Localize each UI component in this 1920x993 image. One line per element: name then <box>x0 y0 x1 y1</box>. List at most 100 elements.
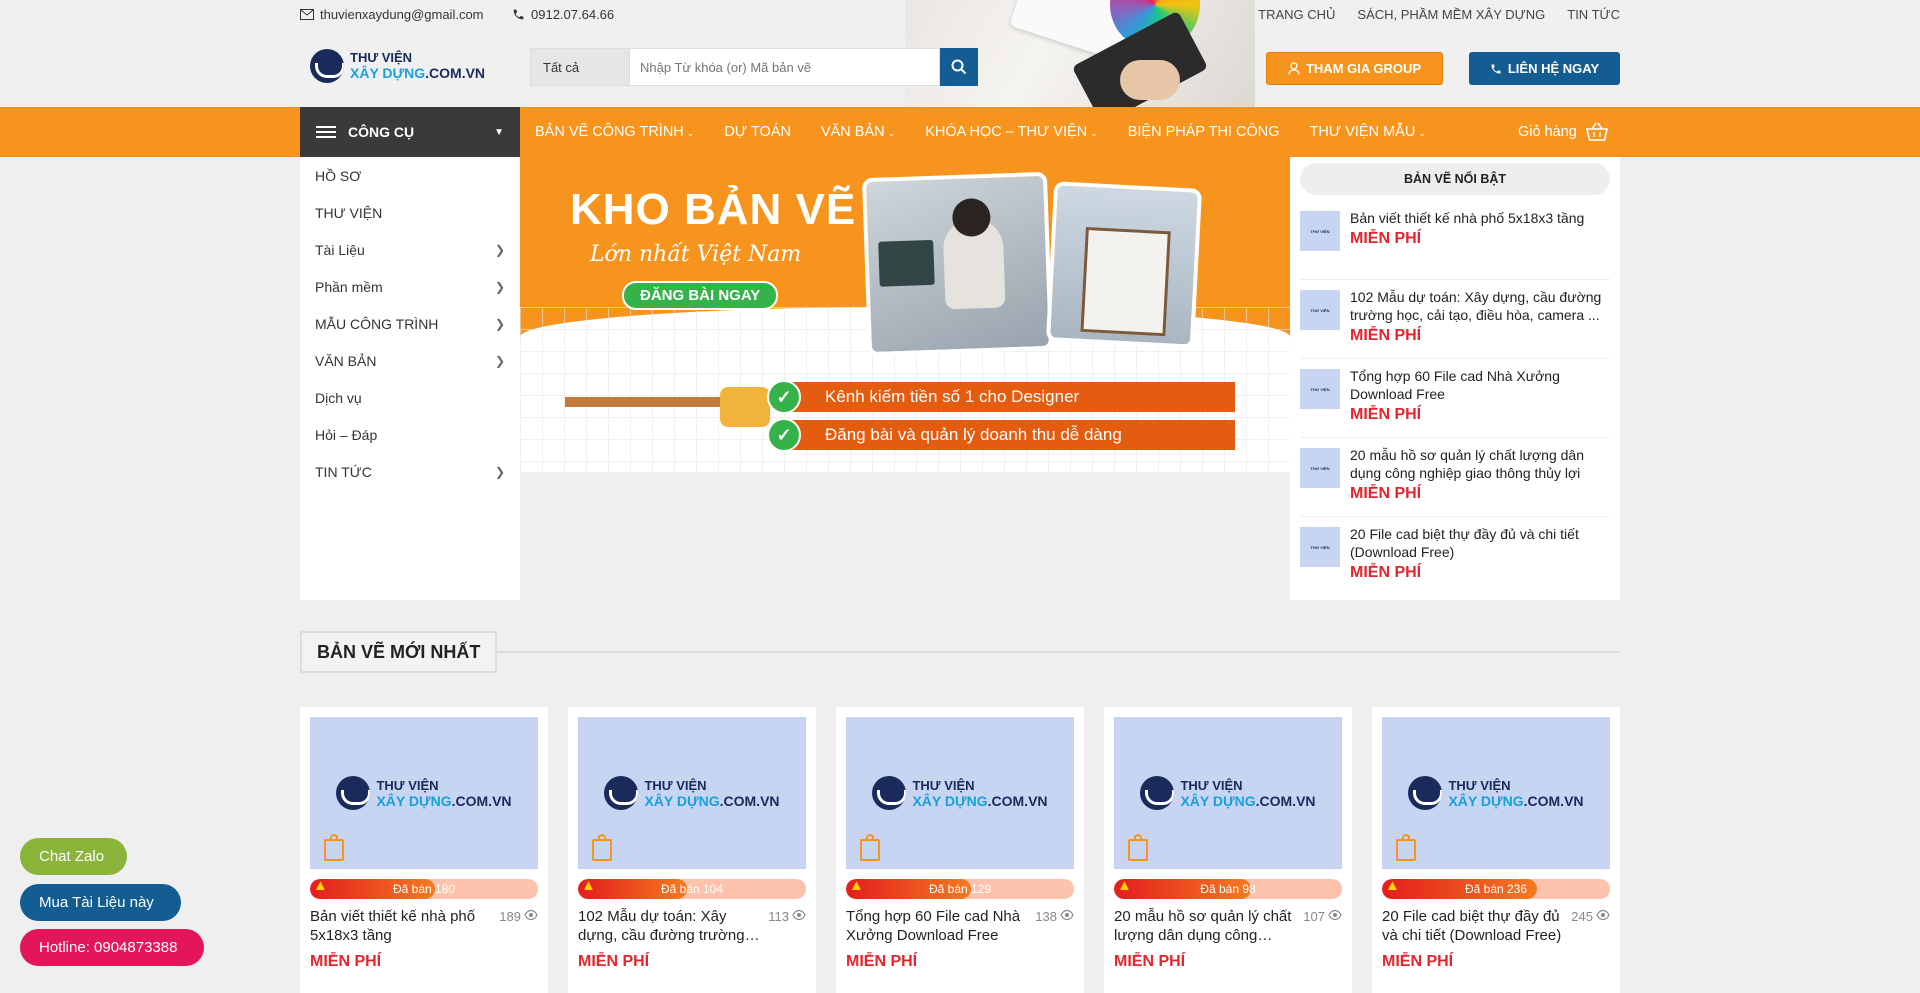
topnav-home[interactable]: TRANG CHỦ <box>1258 7 1335 22</box>
main-menu: BẢN VẼ CÔNG TRÌNH ⌄ DỰ TOÁN VĂN BẢN ⌄ KHÓA… <box>535 107 1426 157</box>
sidebar-item-materials[interactable]: Tài Liệu ❯ <box>300 231 520 268</box>
user-icon <box>1288 62 1300 75</box>
featured-item-title: Tổng hợp 60 File cad Nhà Xưởng Download … <box>1350 368 1560 402</box>
chevron-right-icon: ❯ <box>494 242 505 257</box>
topnav-news[interactable]: TIN TỨC <box>1567 7 1620 22</box>
sold-count: Đã bán 98 <box>1200 882 1256 896</box>
product-name[interactable]: 20 File cad biệt thự đầy đủ và chi tiết … <box>1382 907 1565 945</box>
product-grid: THƯ VIỆN XÂY DỰNG.COM.VN ▲ Đã bán 180 Bản … <box>300 707 1620 993</box>
topnav-books-software[interactable]: SÁCH, PHẦM MỀM XÂY DỰNG <box>1357 7 1545 22</box>
hotline-button[interactable]: Hotline: 0904873388 <box>20 929 204 966</box>
join-group-button[interactable]: THAM GIA GROUP <box>1266 52 1443 85</box>
product-image: THƯ VIỆN XÂY DỰNG.COM.VN <box>1382 717 1610 869</box>
featured-item-price: MIỄN PHÍ <box>1350 564 1422 581</box>
search-button[interactable] <box>940 48 978 86</box>
view-count: 107 <box>1303 907 1342 945</box>
featured-item[interactable]: THƯ VIỆN Tổng hợp 60 File cad Nhà Xưởng … <box>1300 359 1610 438</box>
product-name[interactable]: Tổng hợp 60 File cad Nhà Xưởng Download … <box>846 907 1029 945</box>
featured-thumbnail: THƯ VIỆN <box>1300 527 1340 567</box>
product-card[interactable]: THƯ VIỆN XÂY DỰNG.COM.VN ▲ Đã bán 180 Bản … <box>300 707 548 993</box>
featured-item[interactable]: THƯ VIỆN 20 File cad biệt thự đầy đủ và … <box>1300 517 1610 596</box>
view-count: 138 <box>1035 907 1074 945</box>
eye-icon <box>1596 909 1610 921</box>
banner-point-1: ✓ Kênh kiếm tiền số 1 cho Designer <box>767 380 1235 414</box>
product-name[interactable]: 20 mẫu hồ sơ quản lý chất lượng dân dụng… <box>1114 907 1297 945</box>
chevron-down-icon: ▼ <box>494 126 504 138</box>
menu-item-estimates[interactable]: DỰ TOÁN <box>724 124 791 140</box>
product-name[interactable]: 102 Mẫu dự toán: Xây dựng, cầu đường trư… <box>578 907 762 945</box>
product-image: THƯ VIỆN XÂY DỰNG.COM.VN <box>846 717 1074 869</box>
menu-item-label: DỰ TOÁN <box>724 124 791 140</box>
menu-item-documents[interactable]: VĂN BẢN ⌄ <box>821 124 895 140</box>
sidebar-item-label: MẪU CÔNG TRÌNH <box>315 315 439 332</box>
cart-link[interactable]: Giỏ hàng <box>1518 107 1609 157</box>
product-name[interactable]: Bản viết thiết kế nhà phố 5x18x3 tầng <box>310 907 493 945</box>
coins-illustration <box>720 387 770 427</box>
sidebar-item-building-samples[interactable]: MẪU CÔNG TRÌNH ❯ <box>300 305 520 342</box>
product-card[interactable]: THƯ VIỆN XÂY DỰNG.COM.VN ▲ Đã bán 98 20 mẫ… <box>1104 707 1352 993</box>
sidebar-item-label: TIN TỨC <box>315 463 372 480</box>
add-to-cart-icon[interactable] <box>592 834 612 861</box>
product-card[interactable]: THƯ VIỆN XÂY DỰNG.COM.VN ▲ Đã bán 129 Tổng… <box>836 707 1084 993</box>
sold-progress-bar: ▲ Đã bán 129 <box>846 879 1074 899</box>
product-image: THƯ VIỆN XÂY DỰNG.COM.VN <box>578 717 806 869</box>
sidebar-item-software[interactable]: Phần mềm ❯ <box>300 268 520 305</box>
hero-banner[interactable]: KHO BẢN VẼ Lớn nhất Việt Nam ĐĂNG BÀI NG… <box>520 157 1290 472</box>
sidebar-item-label: Tài Liệu <box>315 241 365 258</box>
menu-item-courses[interactable]: KHÓA HỌC – THƯ VIỆN ⌄ <box>925 124 1098 140</box>
featured-item-price: MIỄN PHÍ <box>1350 230 1422 247</box>
chevron-right-icon: ❯ <box>494 353 505 368</box>
add-to-cart-icon[interactable] <box>860 834 880 861</box>
chevron-down-icon: ⌄ <box>1418 128 1426 138</box>
sidebar-item-label: HỒ SƠ <box>315 167 362 184</box>
product-price: MIỄN PHÍ <box>1382 953 1454 970</box>
featured-item-title: Bản viết thiết kế nhà phố 5x18x3 tầng <box>1350 210 1585 226</box>
sidebar-item-qa[interactable]: Hỏi – Đáp <box>300 416 520 453</box>
product-card[interactable]: THƯ VIỆN XÂY DỰNG.COM.VN ▲ Đã bán 236 20 F… <box>1372 707 1620 993</box>
search-category-select[interactable]: Tất cả <box>530 48 630 86</box>
search-icon <box>951 59 967 75</box>
featured-item[interactable]: THƯ VIỆN Bản viết thiết kế nhà phố 5x18x… <box>1300 201 1610 280</box>
sidebar-item-news[interactable]: TIN TỨC ❯ <box>300 453 520 490</box>
search-input[interactable] <box>630 48 940 86</box>
logo-line1: THƯ VIỆN <box>350 50 413 65</box>
sidebar-item-profiles[interactable]: HỒ SƠ <box>300 157 520 194</box>
logo-line2b: .COM.VN <box>425 65 486 81</box>
banner-point-2-text: Đăng bài và quản lý doanh thu dễ dàng <box>825 425 1122 444</box>
sidebar-item-services[interactable]: Dịch vụ <box>300 379 520 416</box>
tools-dropdown-menu: HỒ SƠ THƯ VIỆN Tài Liệu ❯ Phần mềm ❯ MẪU C… <box>300 157 520 600</box>
featured-thumbnail: THƯ VIỆN <box>1300 290 1340 330</box>
banner-point-1-text: Kênh kiếm tiền số 1 cho Designer <box>825 387 1080 406</box>
eye-icon <box>1328 909 1342 921</box>
eye-icon <box>792 909 806 921</box>
contact-now-button[interactable]: LIÊN HỆ NGAY <box>1469 52 1620 85</box>
menu-item-drawings[interactable]: BẢN VẼ CÔNG TRÌNH ⌄ <box>535 124 694 140</box>
menu-item-templates[interactable]: THƯ VIỆN MẪU ⌄ <box>1309 124 1425 140</box>
menu-item-construction-methods[interactable]: BIỆN PHÁP THI CÔNG <box>1128 124 1280 140</box>
view-count: 245 <box>1571 907 1610 945</box>
sidebar-item-library[interactable]: THƯ VIỆN <box>300 194 520 231</box>
chevron-right-icon: ❯ <box>494 316 505 331</box>
featured-item[interactable]: THƯ VIỆN 102 Mẫu dự toán: Xây dựng, cầu … <box>1300 280 1610 359</box>
add-to-cart-icon[interactable] <box>1128 834 1148 861</box>
featured-drawings-panel: BẢN VẼ NỔI BẬT THƯ VIỆN Bản viết thiết k… <box>1290 157 1620 600</box>
sidebar-item-label: Hỏi – Đáp <box>315 426 378 443</box>
cart-label: Giỏ hàng <box>1518 124 1577 140</box>
contact-phone[interactable]: 0912.07.64.66 <box>512 7 614 22</box>
sidebar-item-documents[interactable]: VĂN BẢN ❯ <box>300 342 520 379</box>
featured-item-title: 20 mẫu hồ sơ quản lý chất lượng dân dụng… <box>1350 447 1584 481</box>
product-image: THƯ VIỆN XÂY DỰNG.COM.VN <box>310 717 538 869</box>
contact-email[interactable]: thuvienxaydung@gmail.com <box>300 7 484 22</box>
add-to-cart-icon[interactable] <box>324 834 344 861</box>
eye-icon <box>1060 909 1074 921</box>
banner-cta-button[interactable]: ĐĂNG BÀI NGAY <box>622 281 779 310</box>
product-card[interactable]: THƯ VIỆN XÂY DỰNG.COM.VN ▲ Đã bán 104 102 … <box>568 707 816 993</box>
mail-icon <box>300 9 314 20</box>
phone-text: 0912.07.64.66 <box>531 7 615 22</box>
add-to-cart-icon[interactable] <box>1396 834 1416 861</box>
buy-document-button[interactable]: Mua Tài Liệu này <box>20 884 181 921</box>
site-logo[interactable]: THƯ VIỆN XÂY DỰNG.COM.VN <box>310 49 485 83</box>
tools-menu-toggle[interactable]: CÔNG CỤ ▼ <box>300 107 520 157</box>
featured-item[interactable]: THƯ VIỆN 20 mẫu hồ sơ quản lý chất lượng… <box>1300 438 1610 517</box>
chat-zalo-button[interactable]: Chat Zalo <box>20 838 127 875</box>
